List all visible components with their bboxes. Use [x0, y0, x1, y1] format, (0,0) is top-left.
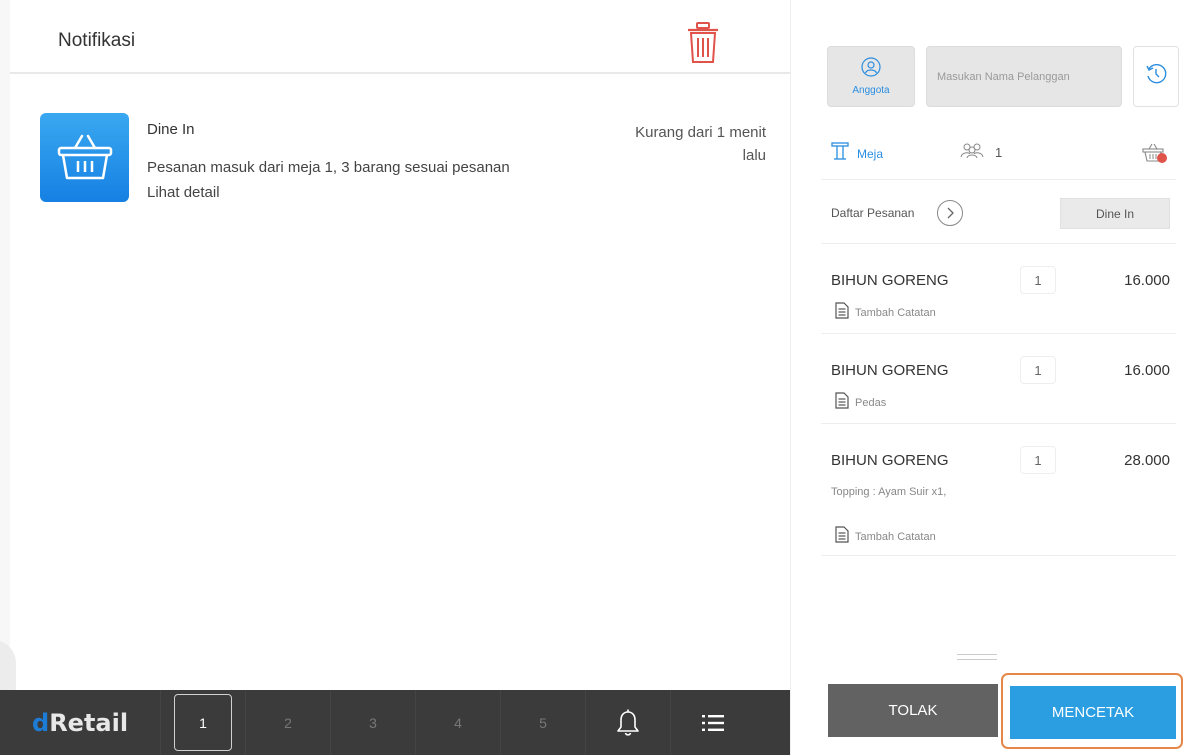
notification-time: Kurang dari 1 menit lalu: [635, 124, 766, 164]
tab-label: 2: [284, 714, 292, 731]
bell-icon[interactable]: [585, 690, 670, 755]
add-note-button[interactable]: Tambah Catatan: [835, 302, 936, 324]
order-list-label: Daftar Pesanan: [831, 206, 915, 220]
view-detail-link[interactable]: Lihat detail: [147, 184, 220, 201]
guest-number: 1: [995, 145, 1003, 160]
item-price: 16.000: [1124, 272, 1170, 289]
note-text: Pedas: [855, 397, 887, 409]
order-items: BIHUN GORENG 1 16.000 Tambah Catatan BIH…: [821, 244, 1176, 556]
order-list-header: Daftar Pesanan Dine In: [821, 180, 1176, 244]
left-edge: [0, 0, 10, 690]
guest-count[interactable]: 1: [959, 142, 1002, 163]
cart-icon[interactable]: [1142, 142, 1168, 169]
user-circle-icon: [861, 57, 881, 82]
item-name: BIHUN GORENG: [831, 452, 949, 469]
item-qty[interactable]: 1: [1020, 266, 1056, 294]
people-icon: [959, 142, 985, 163]
notification-item[interactable]: Dine In Pesanan masuk dari meja 1, 3 bar…: [40, 113, 780, 213]
add-note-button[interactable]: Tambah Catatan: [835, 526, 936, 548]
tab-3[interactable]: 3: [330, 690, 415, 755]
brand-logo: d Retail: [0, 690, 160, 755]
print-button-highlight: MENCETAK: [1001, 673, 1183, 749]
print-button[interactable]: MENCETAK: [1010, 686, 1176, 739]
notification-type: Dine In: [147, 121, 195, 138]
basket-icon: [40, 113, 129, 202]
note-icon: [835, 392, 849, 414]
table-info-row: Meja 1: [821, 134, 1176, 180]
member-label: Anggota: [852, 85, 890, 96]
page-title: Notifikasi: [58, 30, 136, 51]
bottom-bar: d Retail 1 2 3 4 5: [0, 690, 790, 755]
reject-button[interactable]: TOLAK: [828, 684, 998, 737]
tab-5[interactable]: 5: [500, 690, 585, 755]
item-topping: Topping : Ayam Suir x1,: [831, 486, 947, 498]
notification-header: Notifikasi: [10, 0, 790, 74]
table-selector[interactable]: Meja: [831, 142, 883, 165]
table-label: Meja: [857, 146, 884, 161]
add-note-button[interactable]: Pedas: [835, 392, 886, 414]
notification-panel: Notifikasi Dine In Pesanan masuk dari me…: [0, 0, 790, 755]
menu-list-icon[interactable]: [670, 690, 755, 755]
table-icon: [831, 142, 849, 165]
item-name: BIHUN GORENG: [831, 362, 949, 379]
tab-label: 4: [454, 714, 462, 731]
tab-label: 5: [539, 714, 547, 731]
clock-history-icon: [1145, 63, 1167, 90]
item-qty[interactable]: 1: [1020, 446, 1056, 474]
chevron-right-icon[interactable]: [937, 200, 963, 226]
drag-handle[interactable]: [957, 654, 997, 664]
notification-message: Pesanan masuk dari meja 1, 3 barang sesu…: [147, 159, 510, 176]
item-qty[interactable]: 1: [1020, 356, 1056, 384]
history-button[interactable]: [1133, 46, 1179, 107]
order-item[interactable]: BIHUN GORENG 1 16.000 Tambah Catatan: [821, 244, 1176, 334]
tab-1[interactable]: 1: [160, 690, 245, 755]
note-text: Tambah Catatan: [855, 307, 936, 319]
note-text: Tambah Catatan: [855, 531, 936, 543]
tab-label: 1: [174, 694, 232, 751]
order-panel: Anggota Meja: [790, 0, 1183, 755]
member-button[interactable]: Anggota: [827, 46, 915, 107]
order-type-button[interactable]: Dine In: [1060, 198, 1170, 229]
tab-4[interactable]: 4: [415, 690, 500, 755]
item-price: 16.000: [1124, 362, 1170, 379]
item-name: BIHUN GORENG: [831, 272, 949, 289]
order-item[interactable]: BIHUN GORENG 1 16.000 Pedas: [821, 334, 1176, 424]
note-icon: [835, 526, 849, 548]
customer-name-input[interactable]: [926, 46, 1122, 107]
tab-label: 3: [369, 714, 377, 731]
item-price: 28.000: [1124, 452, 1170, 469]
brand-rest: Retail: [49, 708, 129, 737]
order-item[interactable]: BIHUN GORENG 1 28.000 Topping : Ayam Sui…: [821, 424, 1176, 556]
note-icon: [835, 302, 849, 324]
tab-2[interactable]: 2: [245, 690, 330, 755]
customer-row: Anggota: [827, 46, 1179, 108]
trash-icon[interactable]: [686, 22, 720, 64]
brand-prefix: d: [32, 708, 50, 737]
